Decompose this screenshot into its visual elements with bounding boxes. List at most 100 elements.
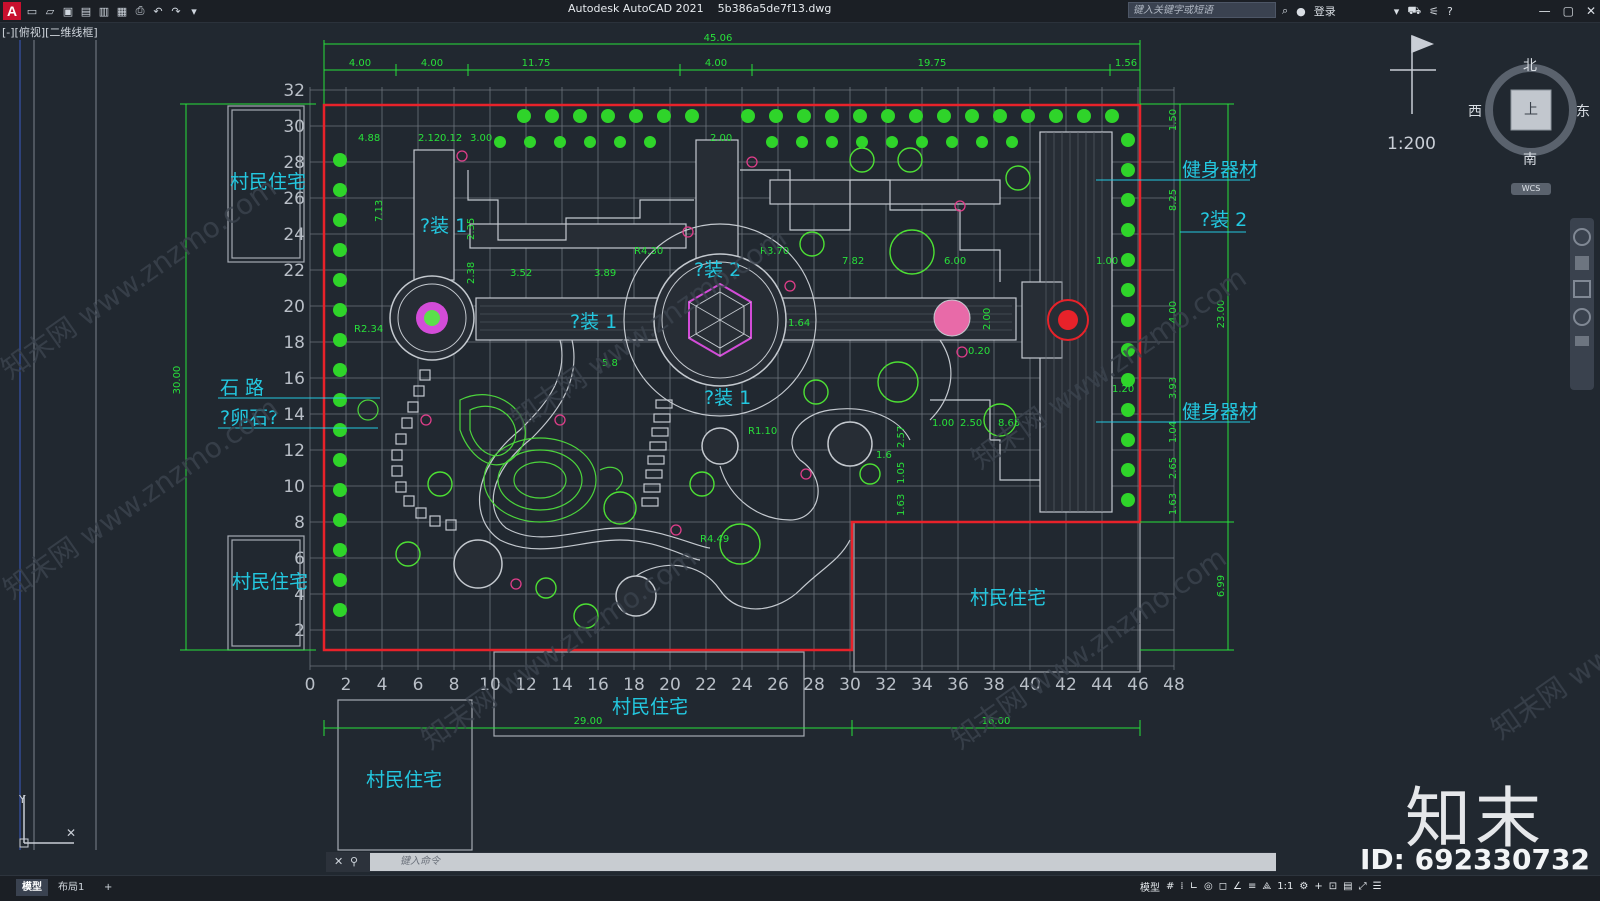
search-input[interactable]: 键入关键字或短语 bbox=[1128, 2, 1276, 18]
web-mobile-save-icon[interactable]: ▦ bbox=[115, 4, 129, 18]
ortho-icon[interactable]: ∟ bbox=[1190, 881, 1198, 892]
svg-text:✕: ✕ bbox=[66, 826, 76, 840]
install-1-label: ?装 1 bbox=[570, 311, 617, 333]
inner-dim: 1.00 bbox=[1096, 256, 1118, 267]
close-icon[interactable]: ✕ bbox=[1586, 4, 1596, 18]
save-as-icon[interactable]: ▤ bbox=[79, 4, 93, 18]
snap-icon[interactable]: ⁞ bbox=[1180, 881, 1183, 892]
top-dim: 19.75 bbox=[918, 58, 947, 69]
showmotion-icon[interactable] bbox=[1575, 336, 1589, 346]
polar-icon[interactable]: ◎ bbox=[1204, 881, 1213, 892]
maximize-icon[interactable]: ▢ bbox=[1563, 4, 1574, 18]
inner-dim: 1.6 bbox=[876, 450, 892, 461]
fullscreen-icon[interactable]: ⤢ bbox=[1359, 881, 1367, 892]
share-icon[interactable]: ⚟ bbox=[1429, 5, 1439, 18]
right-dim: 3.93 bbox=[1168, 377, 1179, 399]
inner-dim: 0.12 bbox=[440, 133, 462, 144]
inner-dim: 2.38 bbox=[466, 262, 477, 284]
y-tick: 12 bbox=[283, 441, 305, 461]
viewcube-south[interactable]: 南 bbox=[1523, 149, 1537, 169]
save-icon[interactable]: ▣ bbox=[61, 4, 75, 18]
customize-dropdown-icon[interactable]: ▾ bbox=[187, 4, 201, 18]
autocad-logo-icon[interactable]: A bbox=[3, 2, 21, 20]
user-icon[interactable]: ● bbox=[1296, 5, 1306, 18]
zoom-icon[interactable] bbox=[1573, 280, 1591, 298]
inner-dim: 2.00 bbox=[710, 133, 732, 144]
navigation-bar[interactable] bbox=[1570, 218, 1594, 390]
tab-layout1[interactable]: 布局1 bbox=[52, 879, 90, 896]
dropdown-icon[interactable]: ▾ bbox=[1394, 5, 1400, 18]
inner-dim: 1.20 bbox=[1112, 384, 1134, 395]
annotation-scale-icon[interactable]: ⟁ bbox=[1262, 881, 1271, 892]
viewcube[interactable]: 北 南 西 东 上 WCS bbox=[1468, 55, 1590, 195]
y-tick: 28 bbox=[283, 153, 305, 173]
grid-icon[interactable]: # bbox=[1166, 881, 1174, 892]
command-close-icon[interactable]: ✕ bbox=[334, 855, 343, 868]
open-file-icon[interactable]: ▱ bbox=[43, 4, 57, 18]
new-file-icon[interactable]: ▭ bbox=[25, 4, 39, 18]
osnap-icon[interactable]: ◻ bbox=[1219, 881, 1227, 892]
x-tick: 4 bbox=[377, 675, 388, 695]
top-dim: 11.75 bbox=[522, 58, 551, 69]
help-icon[interactable]: ? bbox=[1447, 5, 1453, 18]
top-dim: 4.00 bbox=[705, 58, 727, 69]
model-space-button[interactable]: 模型 bbox=[1140, 879, 1160, 894]
customize-icon[interactable]: ⚲ bbox=[350, 855, 358, 868]
file-name: 5b386a5de7f13.dwg bbox=[717, 2, 832, 15]
inner-dim: 7.13 bbox=[374, 200, 385, 222]
pan-icon[interactable] bbox=[1575, 256, 1589, 270]
orbit-icon[interactable] bbox=[1573, 308, 1591, 326]
add-icon[interactable]: + bbox=[1314, 881, 1322, 892]
tab-model[interactable]: 模型 bbox=[16, 879, 48, 896]
svg-text:Y: Y bbox=[18, 795, 26, 806]
village-house-labels: 村民住宅 村民住宅 村民住宅 村民住宅 村民住宅 bbox=[230, 171, 1046, 791]
annotation-scale-value[interactable]: 1:1 bbox=[1277, 881, 1293, 892]
watermark-id: ID: 692330732 bbox=[1360, 843, 1590, 876]
inner-dim: 1.64 bbox=[788, 318, 810, 329]
x-tick: 22 bbox=[695, 675, 717, 695]
customization-menu-icon[interactable]: ☰ bbox=[1373, 881, 1382, 892]
otrack-icon[interactable]: ∠ bbox=[1233, 881, 1242, 892]
watermark-text: 知末网 www.znzmo.com bbox=[0, 171, 282, 386]
web-mobile-open-icon[interactable]: ▥ bbox=[97, 4, 111, 18]
redo-icon[interactable]: ↷ bbox=[169, 4, 183, 18]
y-tick: 30 bbox=[283, 117, 305, 137]
inner-dim: R4.49 bbox=[700, 534, 729, 545]
viewcube-east[interactable]: 东 bbox=[1576, 101, 1590, 121]
app-title: Autodesk AutoCAD 2021 bbox=[568, 2, 704, 15]
village-house-label: 村民住宅 bbox=[612, 696, 688, 718]
lineweight-icon[interactable]: ≡ bbox=[1248, 881, 1256, 892]
inner-dim: R4.30 bbox=[634, 246, 663, 257]
inner-dim: 2.35 bbox=[466, 218, 477, 240]
undo-icon[interactable]: ↶ bbox=[151, 4, 165, 18]
viewcube-north[interactable]: 北 bbox=[1523, 55, 1537, 75]
install-1-label: ?装 1 bbox=[704, 387, 751, 409]
y-tick: 32 bbox=[283, 81, 305, 101]
inner-dim: R2.34 bbox=[354, 324, 383, 335]
cart-icon[interactable]: ⛟ bbox=[1407, 4, 1421, 19]
search-icon[interactable]: ⌕ bbox=[1282, 4, 1288, 18]
x-tick: 0 bbox=[305, 675, 316, 695]
x-tick: 28 bbox=[803, 675, 825, 695]
y-axis-ticks: 32 30 28 26 24 22 20 18 16 14 12 10 8 6 … bbox=[283, 81, 305, 641]
fitness-equipment-label: 健身器材 bbox=[1182, 159, 1258, 181]
drawing-canvas[interactable]: 0 2 4 6 8 10 12 14 16 18 20 22 24 26 28 … bbox=[0, 22, 1600, 874]
minimize-icon[interactable]: — bbox=[1539, 4, 1551, 18]
inner-dim: 6.00 bbox=[944, 256, 966, 267]
fitness-equipment-label: 健身器材 bbox=[1182, 401, 1258, 423]
overall-width-dim: 45.06 bbox=[704, 33, 733, 44]
watermark-text: 知末网 www.znzmo.com bbox=[945, 541, 1232, 756]
top-dim: 4.00 bbox=[421, 58, 443, 69]
command-input[interactable]: 键入命令 bbox=[370, 853, 1276, 871]
x-tick: 44 bbox=[1091, 675, 1113, 695]
add-layout-button[interactable]: + bbox=[98, 879, 118, 896]
login-button[interactable]: 登录 bbox=[1314, 3, 1336, 19]
workspace-gear-icon[interactable]: ⚙ bbox=[1299, 881, 1308, 892]
plot-icon[interactable]: ⎙ bbox=[133, 4, 147, 18]
units-icon[interactable]: ⊡ bbox=[1329, 881, 1337, 892]
viewcube-top-face[interactable]: 上 bbox=[1524, 99, 1538, 119]
viewcube-west[interactable]: 西 bbox=[1468, 101, 1482, 121]
quick-properties-icon[interactable]: ▤ bbox=[1343, 881, 1352, 892]
steering-wheel-icon[interactable] bbox=[1573, 228, 1591, 246]
wcs-menu[interactable]: WCS bbox=[1511, 183, 1551, 195]
